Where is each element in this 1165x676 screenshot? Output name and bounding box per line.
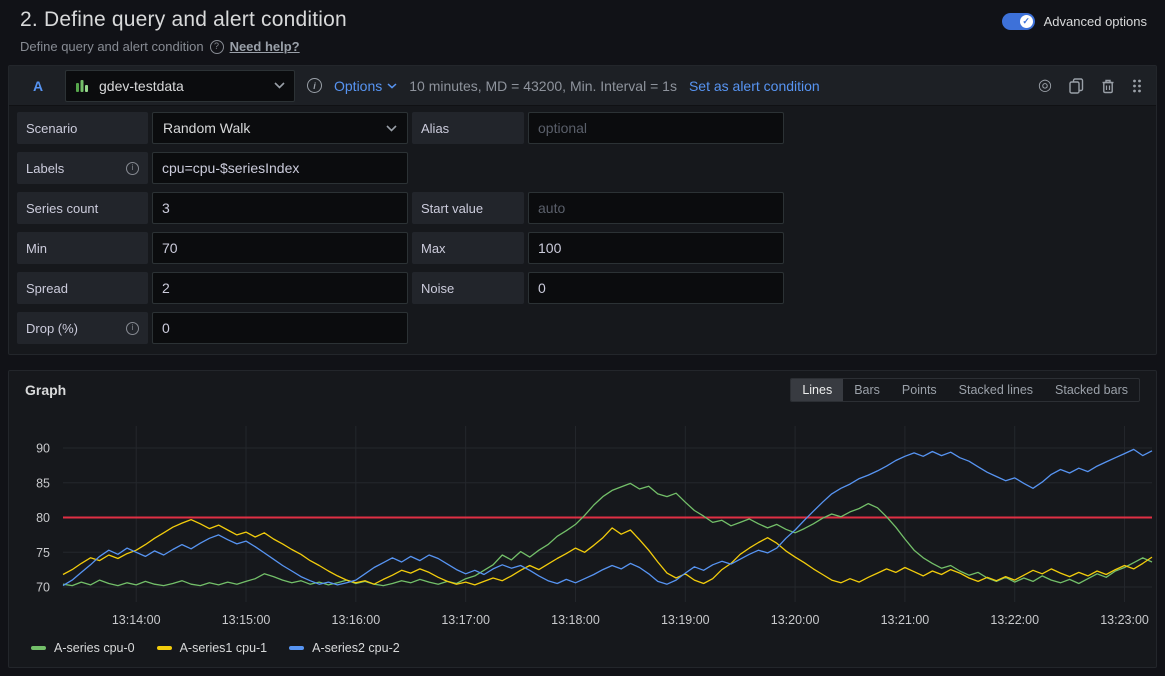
alias-label: Alias xyxy=(412,112,524,144)
spread-input[interactable] xyxy=(152,272,408,304)
advanced-options-label: Advanced options xyxy=(1044,14,1147,29)
x-axis-tick-label: 13:17:00 xyxy=(441,613,490,627)
graph-canvas[interactable]: 70 75 80 85 90 13:14:00 13:15:00 13:16:00 13:17:… xyxy=(9,406,1156,638)
drag-handle-icon[interactable] xyxy=(1132,78,1142,94)
noise-label: Noise xyxy=(412,272,524,304)
advanced-options-toggle[interactable]: ✓ xyxy=(1002,13,1035,30)
graph-style-tab-stacked-bars[interactable]: Stacked bars xyxy=(1044,379,1139,401)
start-value-label: Start value xyxy=(412,192,524,224)
legend-item[interactable]: A-series1 cpu-1 xyxy=(157,641,268,655)
chevron-down-icon xyxy=(387,83,397,89)
help-icon[interactable]: ? xyxy=(210,40,224,54)
options-label: Options xyxy=(334,78,382,94)
graph-legend: A-series cpu-0 A-series1 cpu-1 A-series2 c… xyxy=(9,641,1156,655)
series-line xyxy=(63,483,1152,585)
graph-style-tab-bars[interactable]: Bars xyxy=(843,379,891,401)
series-count-input[interactable] xyxy=(152,192,408,224)
legend-item[interactable]: A-series2 cpu-2 xyxy=(289,641,400,655)
graph-panel-header: Graph LinesBarsPointsStacked linesStacke… xyxy=(9,371,1156,405)
x-axis-tick-label: 13:14:00 xyxy=(112,613,161,627)
page-subtitle: Define query and alert condition xyxy=(20,39,204,54)
x-axis-tick-label: 13:21:00 xyxy=(881,613,930,627)
noise-input[interactable] xyxy=(528,272,784,304)
labels-input[interactable] xyxy=(152,152,408,184)
x-axis-tick-label: 13:19:00 xyxy=(661,613,710,627)
delete-query-icon[interactable] xyxy=(1101,78,1115,94)
max-input[interactable] xyxy=(528,232,784,264)
x-axis-tick-label: 13:16:00 xyxy=(332,613,381,627)
max-label: Max xyxy=(412,232,524,264)
graph-style-tabs: LinesBarsPointsStacked linesStacked bars xyxy=(790,378,1140,402)
scenario-label: Scenario xyxy=(17,112,148,144)
drop-info-icon[interactable]: i xyxy=(126,322,139,335)
legend-series-name: A-series1 cpu-1 xyxy=(180,641,268,655)
disable-query-icon[interactable]: ◎ xyxy=(1038,78,1052,94)
legend-series-name: A-series2 cpu-2 xyxy=(312,641,400,655)
toggle-check-icon: ✓ xyxy=(1020,15,1033,28)
options-button[interactable]: Options xyxy=(334,78,397,94)
set-alert-condition-button[interactable]: Set as alert condition xyxy=(689,78,820,94)
x-axis-tick-label: 13:20:00 xyxy=(771,613,820,627)
y-axis-tick-label: 70 xyxy=(36,581,50,595)
start-value-input[interactable] xyxy=(528,192,784,224)
query-stats-text: 10 minutes, MD = 43200, Min. Interval = … xyxy=(409,78,677,94)
legend-item[interactable]: A-series cpu-0 xyxy=(31,641,135,655)
drop-label: Drop (%) i xyxy=(17,312,148,344)
spread-label: Spread xyxy=(17,272,148,304)
legend-color-dash xyxy=(289,646,304,650)
need-help-link[interactable]: Need help? xyxy=(230,39,300,54)
legend-series-name: A-series cpu-0 xyxy=(54,641,135,655)
x-axis-tick-label: 13:22:00 xyxy=(990,613,1039,627)
legend-color-dash xyxy=(31,646,46,650)
labels-info-icon[interactable]: i xyxy=(126,162,139,175)
drop-input[interactable] xyxy=(152,312,408,344)
scenario-select[interactable]: Random Walk xyxy=(152,112,408,144)
query-info-icon[interactable]: i xyxy=(307,78,322,93)
query-editor-form: Scenario Random Walk Alias Labels i Seri… xyxy=(9,106,1156,358)
y-axis-tick-label: 85 xyxy=(36,476,50,490)
page-header: 2. Define query and alert condition Defi… xyxy=(0,0,1165,54)
alias-input[interactable] xyxy=(528,112,784,144)
x-axis-tick-label: 13:15:00 xyxy=(222,613,271,627)
chevron-down-icon xyxy=(386,125,397,132)
scenario-value: Random Walk xyxy=(163,120,250,136)
duplicate-query-icon[interactable] xyxy=(1069,78,1084,94)
legend-color-dash xyxy=(157,646,172,650)
chevron-down-icon xyxy=(274,82,285,89)
query-ref-id: A xyxy=(23,78,53,94)
series-count-label: Series count xyxy=(17,192,148,224)
query-row-header: A gdev-testdata i Options 10 minutes, MD… xyxy=(9,66,1156,106)
datasource-name: gdev-testdata xyxy=(99,78,266,94)
page-title: 2. Define query and alert condition xyxy=(20,8,1145,32)
graph-style-tab-lines[interactable]: Lines xyxy=(791,379,843,401)
graph-panel: Graph LinesBarsPointsStacked linesStacke… xyxy=(8,370,1157,668)
labels-label: Labels i xyxy=(17,152,148,184)
query-actions: ◎ xyxy=(1038,78,1142,94)
graph-style-tab-stacked-lines[interactable]: Stacked lines xyxy=(948,379,1044,401)
graph-panel-title: Graph xyxy=(25,382,66,398)
min-label: Min xyxy=(17,232,148,264)
x-axis-tick-label: 13:23:00 xyxy=(1100,613,1149,627)
advanced-options-toggle-group: ✓ Advanced options xyxy=(1002,13,1147,30)
datasource-picker[interactable]: gdev-testdata xyxy=(65,70,295,102)
y-axis-tick-label: 90 xyxy=(36,442,50,456)
graph-style-tab-points[interactable]: Points xyxy=(891,379,948,401)
y-axis-tick-label: 80 xyxy=(36,511,50,525)
query-editor-panel: A gdev-testdata i Options 10 minutes, MD… xyxy=(8,65,1157,355)
y-axis-tick-label: 75 xyxy=(36,546,50,560)
min-input[interactable] xyxy=(152,232,408,264)
x-axis-tick-label: 13:18:00 xyxy=(551,613,600,627)
testdata-datasource-icon xyxy=(75,78,91,94)
